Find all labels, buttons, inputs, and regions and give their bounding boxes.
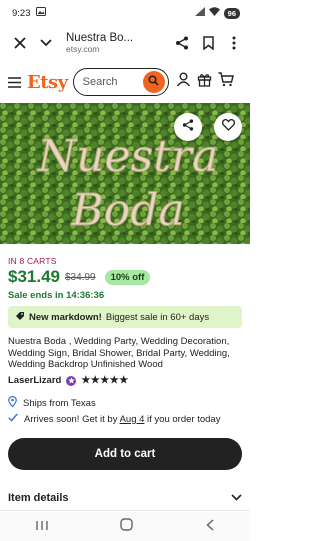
cart-count-notice: IN 8 CARTS xyxy=(8,256,57,266)
gift-icon[interactable] xyxy=(197,72,212,92)
battery-indicator: 96 xyxy=(223,7,240,19)
bookmark-icon[interactable] xyxy=(198,33,218,53)
chevron-down-icon xyxy=(231,492,242,504)
account-icon[interactable] xyxy=(176,72,191,92)
product-title: Nuestra Boda , Wedding Party, Wedding De… xyxy=(8,336,230,371)
back-icon[interactable] xyxy=(206,518,214,536)
browser-toolbar: Nuestra Bo... etsy.com xyxy=(0,26,250,60)
wifi-icon xyxy=(208,7,220,19)
check-icon xyxy=(8,413,18,425)
ships-from-text: Ships from Texas xyxy=(23,397,96,409)
sale-price: $31.49 xyxy=(8,267,60,286)
add-to-cart-button[interactable]: Add to cart xyxy=(8,438,242,470)
more-vert-icon[interactable] xyxy=(224,33,244,53)
search-placeholder: Search xyxy=(82,76,118,88)
delivery-text-pre: Arrives soon! Get it by xyxy=(24,413,120,425)
rating-stars[interactable]: ★★★★★ xyxy=(81,375,128,386)
delivery-estimate: Arrives soon! Get it by Aug 4 if you ord… xyxy=(8,413,220,425)
delivery-text-post: if you order today xyxy=(144,413,221,425)
sign-line-2: Boda xyxy=(70,185,184,236)
original-price: $34.99 xyxy=(65,271,96,283)
price-row: $31.49 $34.99 10% off xyxy=(8,267,151,287)
share-icon[interactable] xyxy=(172,33,192,53)
item-details-toggle[interactable]: Item details xyxy=(8,492,242,504)
seller-name[interactable]: LaserLizard xyxy=(8,375,61,386)
home-icon[interactable] xyxy=(120,517,134,536)
browser-title-area[interactable]: Nuestra Bo... etsy.com xyxy=(56,32,172,55)
markdown-label: New markdown! xyxy=(29,311,102,323)
gallery-icon xyxy=(35,7,46,19)
recents-icon[interactable] xyxy=(36,518,48,536)
system-nav-bar xyxy=(0,512,250,541)
shipping-origin: Ships from Texas xyxy=(8,395,96,410)
markdown-banner: New markdown! Biggest sale in 60+ days xyxy=(8,306,242,328)
discount-badge: 10% off xyxy=(104,269,151,285)
sale-countdown: Sale ends in 14:36:36 xyxy=(8,290,105,301)
star-seller-icon xyxy=(66,375,77,386)
chevron-down-icon[interactable] xyxy=(36,33,56,53)
page-title: Nuestra Bo... xyxy=(66,31,134,44)
product-image[interactable]: Nuestra Boda xyxy=(0,103,250,244)
delivery-text: Arrives soon! Get it by Aug 4 if you ord… xyxy=(24,414,220,425)
location-icon xyxy=(8,395,17,410)
tag-icon xyxy=(15,311,25,324)
heart-icon xyxy=(221,118,235,136)
status-bar: 9:23 96 xyxy=(0,0,250,26)
site-header: Etsy Search xyxy=(0,66,250,98)
seller-row: LaserLizard ★★★★★ xyxy=(8,375,129,386)
close-icon[interactable] xyxy=(10,33,30,53)
delivery-date[interactable]: Aug 4 xyxy=(120,414,145,425)
signal-icon xyxy=(194,7,205,19)
cart-icon[interactable] xyxy=(218,72,234,92)
share-icon xyxy=(182,118,194,136)
item-details-label: Item details xyxy=(8,492,69,504)
markdown-detail: Biggest sale in 60+ days xyxy=(105,311,210,323)
etsy-logo[interactable]: Etsy xyxy=(27,72,68,93)
favorite-button[interactable] xyxy=(214,113,242,141)
status-time: 9:23 xyxy=(12,7,31,19)
hedge-background: Nuestra Boda xyxy=(0,103,250,244)
page-url: etsy.com xyxy=(66,43,100,54)
share-image-button[interactable] xyxy=(174,113,202,141)
divider xyxy=(0,510,250,511)
search-input[interactable]: Search xyxy=(72,68,169,96)
menu-icon[interactable] xyxy=(8,75,22,89)
search-button[interactable] xyxy=(142,71,165,93)
search-icon xyxy=(148,73,159,91)
